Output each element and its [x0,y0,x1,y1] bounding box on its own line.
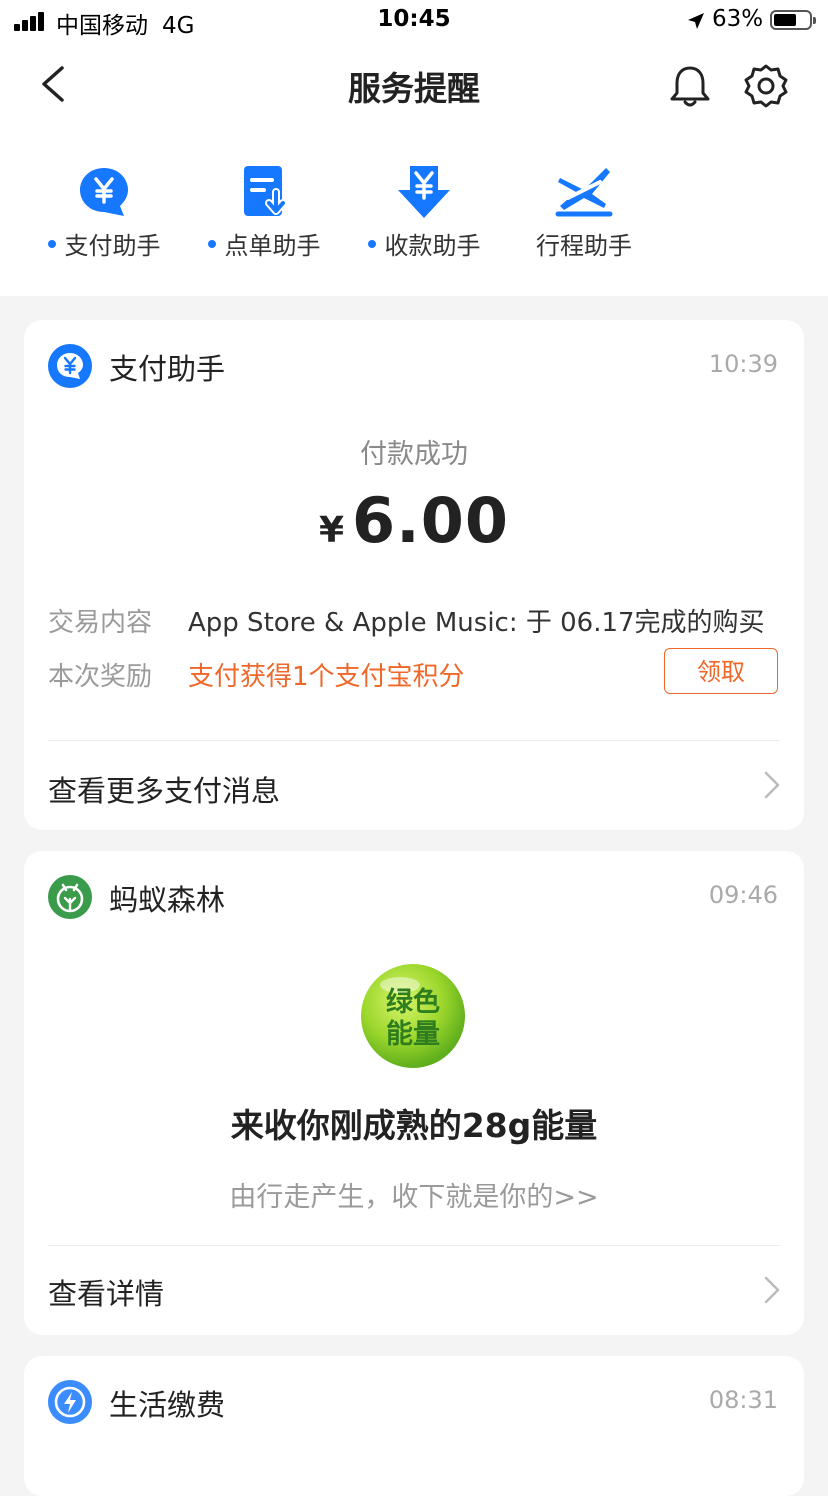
green-energy-ball[interactable]: 绿色 能量 [360,963,466,1069]
order-list-icon [244,166,287,216]
battery-percent: 63% [712,6,764,32]
lightning-icon [48,1380,92,1424]
tab-payment-assistant[interactable]: 支付助手 [24,164,184,264]
card-title: 生活缴费 [109,1388,226,1422]
card-time: 10:39 [708,350,778,378]
amount-value: 6.00 [352,484,510,557]
payment-status: 付款成功 [360,439,468,470]
reward-value: 支付获得1个支付宝积分 [188,662,465,692]
tab-label: 行程助手 [536,232,632,260]
tab-label: 支付助手 [64,232,161,260]
divider [48,740,780,741]
unread-dot [47,240,56,248]
payment-card: 支付助手 10:39 付款成功 ¥6.00 交易内容 App Store & A… [24,320,804,830]
nav-header: 服务提醒 [0,44,828,124]
more-payment-messages-link[interactable]: 查看更多支付消息 [48,768,280,810]
battery-icon [770,10,816,30]
reward-label: 本次奖励 [48,662,153,692]
tab-receipt-assistant[interactable]: 收款助手 [344,164,504,264]
card-time: 08:31 [708,1386,778,1414]
card-title: 蚂蚁森林 [109,883,226,917]
utilities-card: 生活缴费 08:31 [24,1356,804,1496]
energy-ball-line2: 能量 [386,1018,440,1050]
status-bar: 中国移动 4G 10:45 63% [0,0,828,44]
card-title: 支付助手 [109,352,226,386]
location-arrow-icon [688,13,704,29]
transaction-content-label: 交易内容 [48,608,153,638]
unread-dot [367,240,376,248]
gear-icon[interactable] [742,62,790,110]
currency-symbol: ¥ [318,510,345,551]
ant-forest-card: 蚂蚁森林 09:46 绿色 能量 来收你刚成熟的28g能量 由行走产生，收下就是… [24,851,804,1335]
claim-button[interactable]: 领取 [664,648,778,694]
energy-ball-line1: 绿色 [386,986,440,1018]
card-time: 09:46 [708,881,778,909]
energy-headline: 来收你刚成熟的28g能量 [230,1106,598,1145]
tab-order-assistant[interactable]: 点单助手 [184,164,344,264]
ant-forest-icon [48,875,92,919]
tab-trip-assistant[interactable]: 行程助手 [504,164,664,264]
chevron-right-icon [764,1276,780,1304]
bell-icon[interactable] [666,62,714,110]
flight-icon [555,168,613,217]
energy-subtext[interactable]: 由行走产生，收下就是你的>> [24,1175,804,1214]
tab-label: 收款助手 [384,232,481,260]
assistant-tabs: 支付助手 点单助手 收款助手 行程助手 [0,124,828,296]
view-details-link[interactable]: 查看详情 [48,1271,164,1313]
yen-bubble-icon [80,168,128,216]
payment-amount: ¥6.00 [24,484,804,557]
unread-dot [207,240,216,248]
chevron-right-icon [764,771,780,799]
yen-download-icon [398,166,450,218]
tab-label: 点单助手 [224,232,321,260]
divider [48,1245,780,1246]
payment-assistant-icon [48,344,92,388]
transaction-content-value: App Store & Apple Music: 于 06.17完成的购买 [188,608,765,638]
